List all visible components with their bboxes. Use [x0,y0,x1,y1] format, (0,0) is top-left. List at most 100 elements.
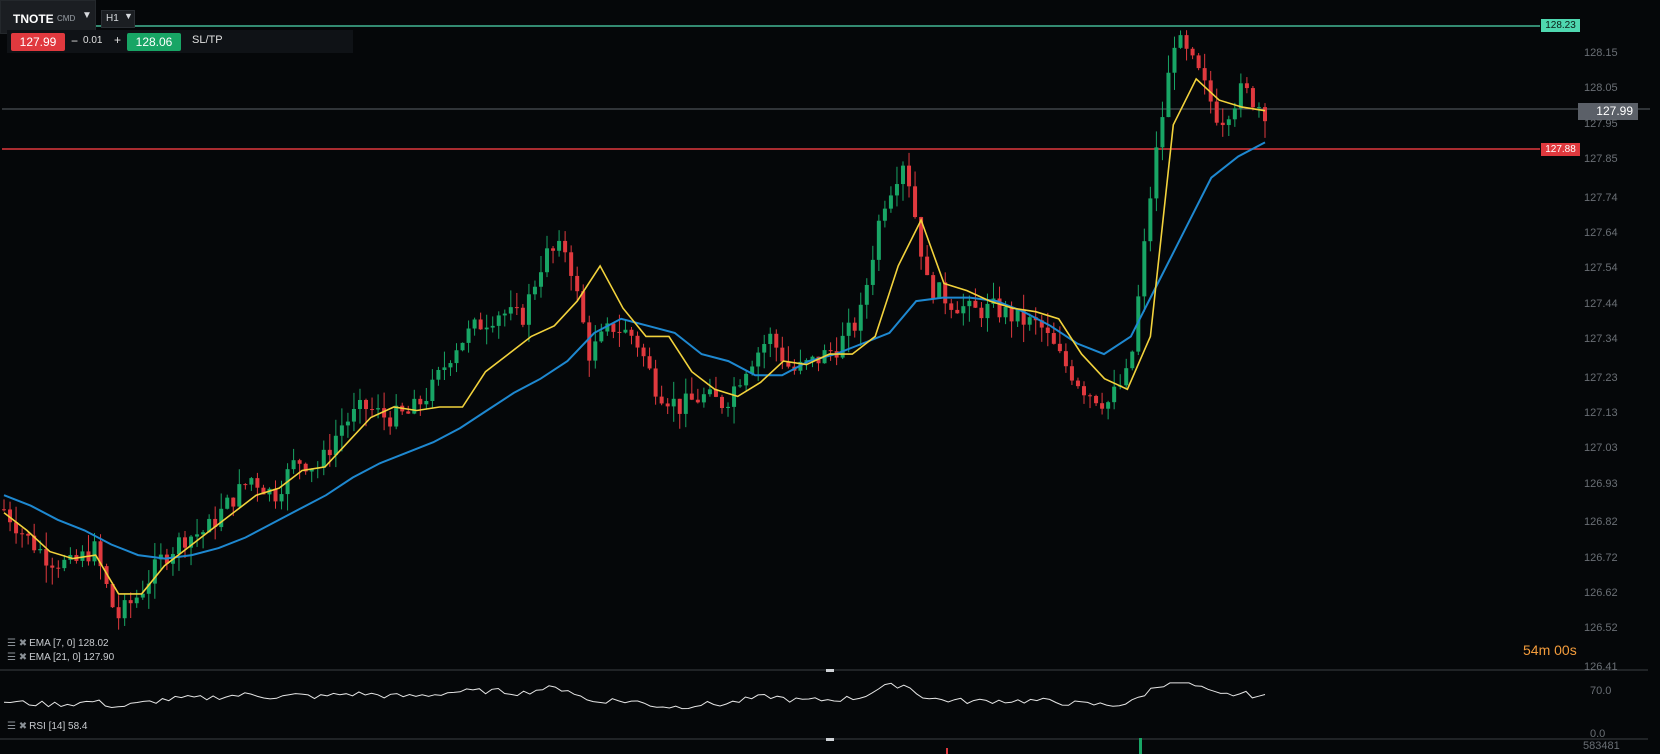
candle-body [219,508,224,528]
candle-body [128,600,133,604]
candle-body [762,344,767,353]
candle-body [321,449,326,468]
chevron-down-icon[interactable]: ▼ [124,11,133,21]
candle-body [538,272,543,287]
candle-body [297,460,302,464]
candle-body [412,398,417,414]
candle-body [629,329,634,336]
candle-body [756,352,761,367]
candle-body [122,600,127,619]
candle-body [1075,380,1080,387]
candle-body [581,291,586,323]
chevron-down-icon[interactable]: ▼ [82,10,92,21]
candle-body [2,509,6,511]
quantity-field[interactable]: 0.01 [83,35,102,46]
price-axis-tick: 127.44 [1584,297,1618,310]
candle-body [62,559,67,569]
candle-body [876,220,881,260]
candle-body [508,307,513,314]
candle-body [744,373,749,386]
candle-body [931,275,936,299]
candle-body [418,398,423,405]
candle-body [707,389,712,395]
candle-body [1263,107,1267,122]
candle-body [647,356,652,369]
candle-body [394,405,399,427]
candle-body [659,396,664,404]
candle-body [1027,317,1032,325]
candle-body [587,322,592,361]
candle-body [442,367,447,370]
candle-body [1015,309,1020,322]
settings-icon[interactable]: ☰ ✖ [7,638,27,649]
increase-quantity-button[interactable]: + [114,33,121,47]
settings-icon[interactable]: ☰ ✖ [7,652,27,663]
candle-body [1142,241,1147,297]
ema7-legend[interactable]: ☰ ✖ EMA [7, 0] 128.02 [7,638,109,649]
candle-body [1190,48,1195,56]
rsi-legend[interactable]: ☰ ✖ RSI [14] 58.4 [7,721,88,732]
price-axis-tick: 127.74 [1584,191,1618,204]
candle-body [454,350,459,364]
candle-body [176,537,181,555]
candle-body [738,385,743,387]
support-level-tag[interactable]: 127.88 [1541,143,1580,156]
candle-body [116,607,121,619]
price-axis-tick: 126.72 [1584,551,1618,564]
candle-body [1250,88,1255,108]
candle-body [689,393,694,400]
candle-body [520,307,525,325]
resistance-level-tag[interactable]: 128.23 [1541,19,1580,32]
candle-body [653,368,658,397]
candle-body [339,425,344,436]
candle-body [1130,351,1135,369]
candle-body [26,533,31,536]
candle-body [195,534,200,537]
candle-body [514,307,519,309]
sell-button[interactable]: 127.99 [11,33,65,51]
candle-body [665,403,670,407]
candle-body [249,478,254,485]
timeframe-label: H1 [106,13,119,24]
candle-body [1094,395,1099,404]
decrease-quantity-button[interactable]: − [71,34,78,48]
candle-body [545,248,550,273]
candle-body [327,449,332,456]
candle-body [1045,327,1050,334]
candle-body [273,488,278,502]
ema21-legend[interactable]: ☰ ✖ EMA [21, 0] 127.90 [7,652,114,663]
price-axis-tick: 126.82 [1584,516,1618,529]
candle-body [846,322,851,336]
candle-body [907,165,912,187]
candle-body [852,322,857,331]
candle-body [388,417,393,427]
price-axis-tick: 127.95 [1584,117,1618,130]
candle-body [279,494,284,502]
candle-body [641,347,646,357]
candle-body [925,256,930,276]
candle-body [973,300,978,308]
candle-body [1166,72,1171,118]
candle-body [1148,198,1153,242]
price-chart[interactable] [0,0,1660,754]
buy-button[interactable]: 128.06 [127,33,181,51]
settings-icon[interactable]: ☰ ✖ [7,721,27,732]
candle-body [617,331,622,333]
candle-body [532,286,537,295]
price-axis-tick: 127.54 [1584,262,1618,275]
candle-body [1214,101,1219,123]
candle-body [1178,35,1183,48]
candle-body [768,333,773,345]
candle-body [1112,386,1117,403]
candle-body [726,406,731,409]
sltp-button[interactable]: SL/TP [192,34,223,46]
candle-body [949,303,954,310]
price-axis-tick: 127.13 [1584,407,1618,420]
rsi-legend-text: RSI [14] 58.4 [29,721,88,732]
candle-body [671,398,676,407]
candle-body [1202,68,1207,81]
candle-body [243,484,248,486]
candle-body [1063,351,1068,367]
candle-body [894,184,899,196]
candle-body [466,328,471,343]
